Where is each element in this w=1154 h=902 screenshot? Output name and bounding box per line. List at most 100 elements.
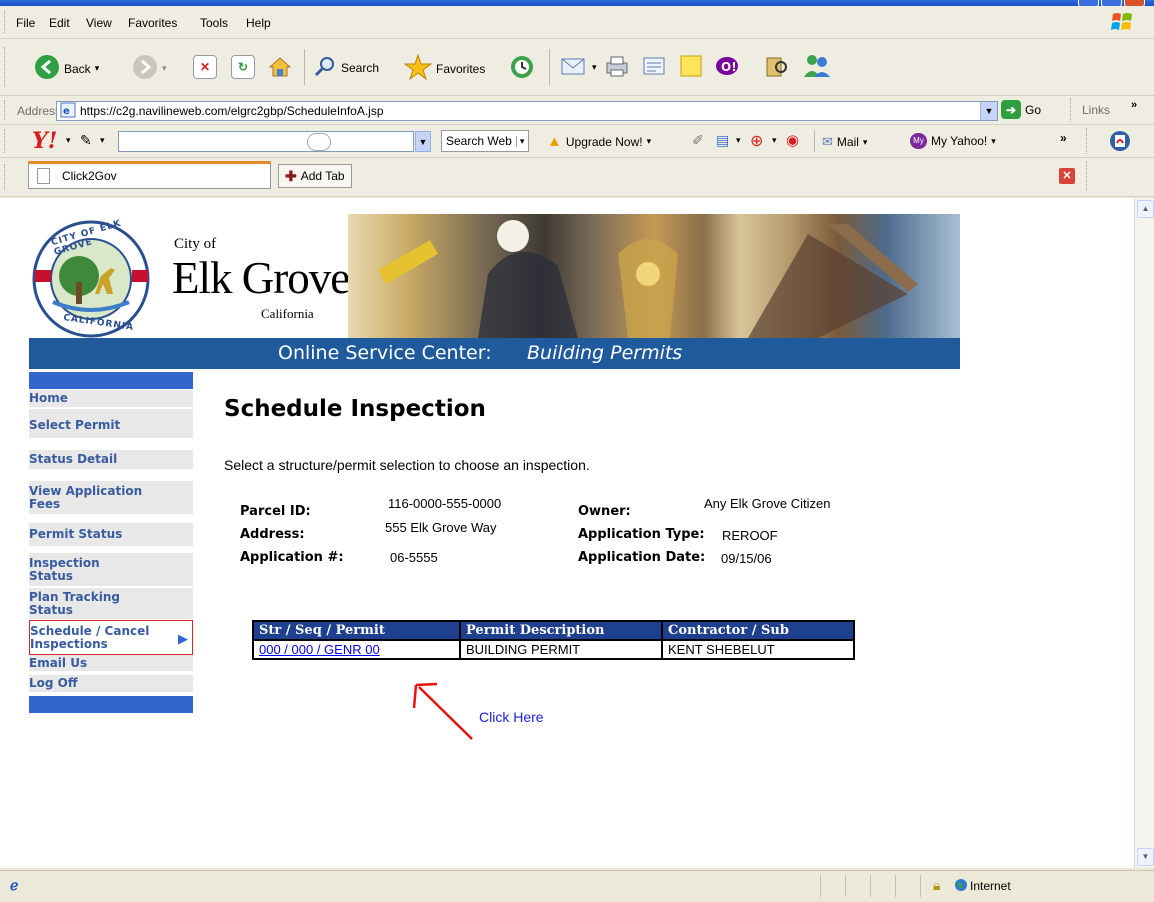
mail-button[interactable]: ▾ — [560, 54, 597, 81]
menu-view[interactable]: View — [86, 16, 112, 30]
nav-status-detail[interactable]: Status Detail — [29, 450, 193, 470]
stop-button[interactable]: ✕ — [193, 55, 217, 79]
padlock-icon: 🔒︎ — [933, 877, 941, 893]
note-button[interactable] — [679, 54, 703, 81]
yahoo-messenger-button[interactable]: O! — [714, 54, 754, 81]
construction-photo-collage — [348, 214, 960, 338]
click-here-annotation: Click Here — [479, 709, 544, 725]
nav-inspection-status-label: Inspection Status — [29, 555, 100, 583]
nav-inspection-status[interactable]: Inspection Status — [29, 553, 193, 587]
forward-button[interactable]: ▾ — [132, 54, 167, 83]
ie-status-icon: ℯ — [10, 877, 19, 893]
globe-icon — [954, 878, 968, 895]
star-icon — [403, 53, 433, 83]
edit-button[interactable] — [641, 54, 667, 81]
nav-status-detail-label: Status Detail — [29, 452, 118, 466]
nav-plan-tracking-status[interactable]: Plan Tracking Status — [29, 588, 193, 620]
service-section-label: Building Permits — [527, 342, 683, 364]
permit-cell: 000 / 000 / GENR 00 — [252, 639, 461, 660]
address-field[interactable]: e https://c2g.navilineweb.com/elgrc2gbp/… — [56, 101, 998, 121]
print-button[interactable] — [604, 54, 630, 81]
home-button[interactable] — [267, 54, 293, 83]
city-seal-logo: CITY OF ELK GROVE CALIFORNIA — [29, 218, 154, 340]
search-button[interactable]: Search — [313, 54, 379, 81]
application-type-value: REROOF — [722, 528, 778, 543]
nav-schedule-cancel-inspections[interactable]: Schedule / Cancel Inspections ▶ — [29, 620, 193, 655]
pencil-icon[interactable]: ✎ — [80, 132, 92, 149]
menu-favorites[interactable]: Favorites — [128, 16, 177, 30]
scroll-down-icon[interactable]: ▼ — [1137, 848, 1154, 866]
search-web-button[interactable]: Search Web ▾ — [441, 130, 530, 152]
tab-click2gov[interactable]: Click2Gov — [28, 161, 271, 189]
nav-home[interactable]: Home — [29, 390, 193, 408]
svg-text:e: e — [63, 106, 70, 117]
back-button[interactable]: Back ▾ — [34, 54, 99, 83]
application-date-label: Application Date: — [578, 550, 706, 565]
research-button[interactable] — [764, 54, 790, 83]
pdf-icon[interactable] — [1108, 129, 1132, 156]
music-icon[interactable]: ◉ — [786, 131, 799, 149]
security-zone-label: Internet — [970, 879, 1011, 893]
go-arrow-icon: ➔ — [1001, 100, 1021, 119]
chevron-down-icon[interactable]: ▾ — [736, 135, 741, 146]
address-dropdown-icon[interactable]: ▼ — [980, 102, 997, 120]
menu-edit[interactable]: Edit — [49, 16, 70, 30]
home-icon — [267, 54, 293, 83]
upgrade-now-button[interactable]: ▲ Upgrade Now! ▾ — [547, 133, 651, 150]
vertical-scrollbar[interactable]: ▲ ▼ — [1134, 198, 1154, 868]
url-text: https://c2g.navilineweb.com/elgrc2gbp/Sc… — [80, 104, 384, 118]
chevron-down-icon: ▾ — [94, 63, 100, 73]
nav-view-application-fees[interactable]: View Application Fees — [29, 481, 193, 515]
nav-schedule-label: Schedule / Cancel Inspections — [30, 623, 150, 651]
permit-link[interactable]: 000 / 000 / GENR 00 — [259, 642, 380, 657]
antispy-icon[interactable]: ⊕ — [750, 131, 763, 151]
tab-label: Click2Gov — [62, 169, 117, 183]
status-bar: ℯ 🔒︎ Internet — [0, 870, 1154, 902]
chevron-down-icon: ▾ — [592, 62, 597, 72]
forward-arrow-icon — [132, 54, 158, 83]
nav-select-permit[interactable]: Select Permit — [29, 409, 193, 439]
search-icon — [313, 54, 337, 81]
people-icon — [802, 53, 832, 82]
links-chevron-icon[interactable]: » — [1131, 99, 1137, 111]
back-label: Back — [64, 61, 91, 76]
highlighter-icon[interactable]: ✐ — [692, 132, 704, 149]
add-tab-button[interactable]: ✚ Add Tab — [278, 164, 352, 188]
yahoo-search-input[interactable] — [118, 131, 414, 152]
favorites-button[interactable]: Favorites — [403, 53, 485, 83]
nav-email-us[interactable]: Email Us — [29, 655, 193, 672]
chevron-down-icon: ▾ — [646, 136, 652, 146]
page-title: Schedule Inspection — [224, 396, 486, 422]
chevron-down-icon[interactable]: ▾ — [100, 135, 105, 146]
refresh-button[interactable]: ↻ — [231, 55, 255, 79]
chevron-down-icon[interactable]: ▾ — [772, 135, 777, 146]
edit-page-icon — [641, 54, 667, 81]
yahoo-mail-button[interactable]: ✉ Mail ▾ — [822, 134, 867, 150]
my-yahoo-label: My Yahoo! — [931, 134, 988, 148]
history-button[interactable] — [509, 54, 535, 83]
toolbar-more-icon[interactable]: » — [1060, 131, 1067, 145]
nav-log-off[interactable]: Log Off — [29, 675, 193, 693]
upgrade-label: Upgrade Now! — [565, 134, 643, 149]
scroll-up-icon[interactable]: ▲ — [1137, 200, 1154, 218]
chevron-down-icon: ▾ — [162, 63, 167, 73]
links-label[interactable]: Links — [1082, 103, 1110, 117]
chevron-down-icon: ▾ — [515, 135, 524, 147]
my-yahoo-button[interactable]: My My Yahoo! ▾ — [910, 133, 996, 149]
close-tab-icon[interactable]: ✕ — [1059, 168, 1075, 184]
annotation-arrow-icon — [400, 681, 480, 743]
nav-permit-status[interactable]: Permit Status — [29, 523, 193, 547]
bookmark-icon[interactable]: ▤ — [716, 132, 729, 149]
menu-file[interactable]: File — [16, 16, 35, 30]
menu-help[interactable]: Help — [246, 16, 271, 30]
sticky-note-icon — [679, 54, 703, 81]
nav-plan-tracking-label: Plan Tracking Status — [29, 589, 120, 617]
go-button[interactable]: ➔ Go — [1001, 100, 1041, 119]
search-history-dropdown-icon[interactable]: ▼ — [415, 131, 431, 152]
yahoo-logo[interactable]: Y! — [32, 128, 57, 154]
messenger-button[interactable] — [802, 53, 832, 82]
chevron-down-icon[interactable]: ▾ — [66, 135, 71, 146]
envelope-icon: ✉ — [822, 134, 833, 149]
nav-bottom-bar — [29, 696, 193, 713]
menu-tools[interactable]: Tools — [200, 16, 228, 30]
